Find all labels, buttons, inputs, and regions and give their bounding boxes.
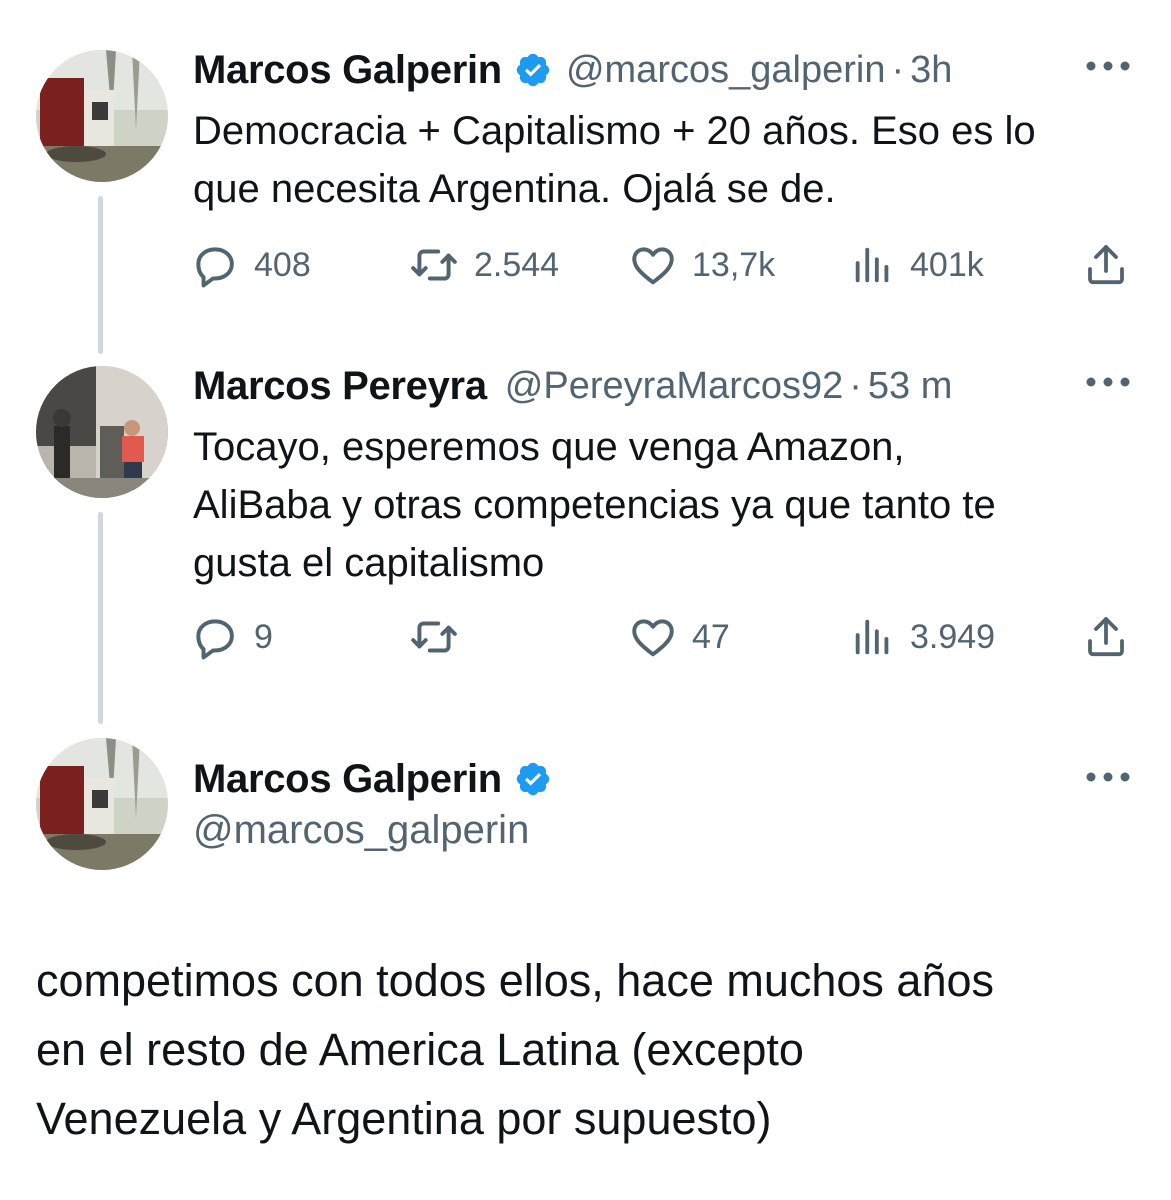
views-count: 401k: [910, 245, 984, 284]
action-bar: 408 2.544 13,7k 401k: [190, 240, 1140, 290]
timestamp[interactable]: 3h: [910, 49, 952, 92]
tweet-text: Tocayo, esperemos que venga Amazon, AliB…: [193, 418, 1143, 592]
tweet-text-line: gusta el capitalismo: [193, 541, 545, 585]
retweet-icon: [411, 621, 457, 653]
avatar[interactable]: [36, 738, 168, 870]
author-name[interactable]: Marcos Galperin: [193, 757, 502, 802]
share-icon: [1088, 245, 1124, 285]
author-handle[interactable]: @PereyraMarcos92: [505, 365, 843, 408]
thread-connector: [98, 196, 103, 354]
reply-count: 9: [254, 617, 273, 656]
author-name[interactable]: Marcos Pereyra: [193, 364, 487, 409]
thread-connector: [98, 512, 103, 724]
tweet-text-line: que necesita Argentina. Ojalá se de.: [193, 167, 836, 211]
focus-header: Marcos Galperin: [193, 752, 552, 806]
reply-count: 408: [254, 245, 311, 284]
like-icon: [632, 247, 674, 285]
share-button[interactable]: [1082, 240, 1130, 290]
tweet-text-line: AliBaba y otras competencias ya que tant…: [193, 483, 996, 527]
like-count: 47: [692, 617, 730, 656]
reply-button[interactable]: 408: [190, 240, 311, 290]
tweet-text-line: en el resto de America Latina (excepto: [36, 1024, 804, 1075]
reply-button[interactable]: 9: [190, 612, 273, 662]
avatar[interactable]: [36, 50, 168, 182]
tweet-header: Marcos Pereyra @PereyraMarcos92 · 53 m: [193, 361, 1141, 411]
like-button[interactable]: 47: [628, 612, 730, 662]
retweet-button[interactable]: [408, 612, 474, 662]
avatar-image: [36, 366, 168, 498]
views-icon: [855, 619, 889, 655]
tweet-text: competimos con todos ellos, hace muchos …: [36, 946, 1146, 1153]
retweet-count: 2.544: [474, 245, 560, 284]
tweet-text-line: Democracia + Capitalismo + 20 años. Eso …: [193, 109, 1036, 153]
more-icon[interactable]: [1085, 375, 1131, 389]
tweet-text-line: Tocayo, esperemos que venga Amazon,: [193, 425, 905, 469]
author-name[interactable]: Marcos Galperin: [193, 48, 502, 93]
author-handle[interactable]: @marcos_galperin: [566, 49, 886, 92]
like-icon: [632, 619, 674, 657]
author-handle[interactable]: @marcos_galperin: [193, 808, 529, 853]
like-button[interactable]: 13,7k: [628, 240, 775, 290]
timestamp[interactable]: 53 m: [868, 365, 952, 408]
separator-dot: ·: [849, 364, 862, 407]
more-icon[interactable]: [1085, 59, 1131, 73]
more-icon[interactable]: [1085, 770, 1131, 784]
avatar-image: [36, 738, 168, 870]
views-button[interactable]: 401k: [850, 240, 984, 290]
verified-icon: [516, 762, 550, 796]
tweet-text: Democracia + Capitalismo + 20 años. Eso …: [193, 102, 1143, 218]
separator-dot: ·: [891, 48, 905, 91]
avatar-image: [36, 50, 168, 182]
action-bar: 9 47 3.949: [190, 612, 1140, 662]
share-icon: [1088, 617, 1124, 657]
views-icon: [855, 247, 889, 283]
share-button[interactable]: [1082, 612, 1130, 662]
reply-icon: [196, 619, 234, 660]
views-button[interactable]: 3.949: [850, 612, 995, 662]
tweet-header: Marcos Galperin @marcos_galperin · 3h: [193, 45, 1141, 95]
views-count: 3.949: [910, 617, 996, 656]
tweet-thread: Marcos Galperin @marcos_galperin · 3h De…: [0, 0, 1171, 1200]
tweet-text-line: competimos con todos ellos, hace muchos …: [36, 955, 995, 1006]
verified-icon: [516, 53, 550, 87]
retweet-icon: [411, 249, 457, 281]
avatar[interactable]: [36, 366, 168, 498]
reply-icon: [196, 247, 234, 288]
like-count: 13,7k: [692, 245, 776, 284]
tweet-text-line: Venezuela y Argentina por supuesto): [36, 1093, 772, 1144]
retweet-button[interactable]: 2.544: [408, 240, 559, 290]
